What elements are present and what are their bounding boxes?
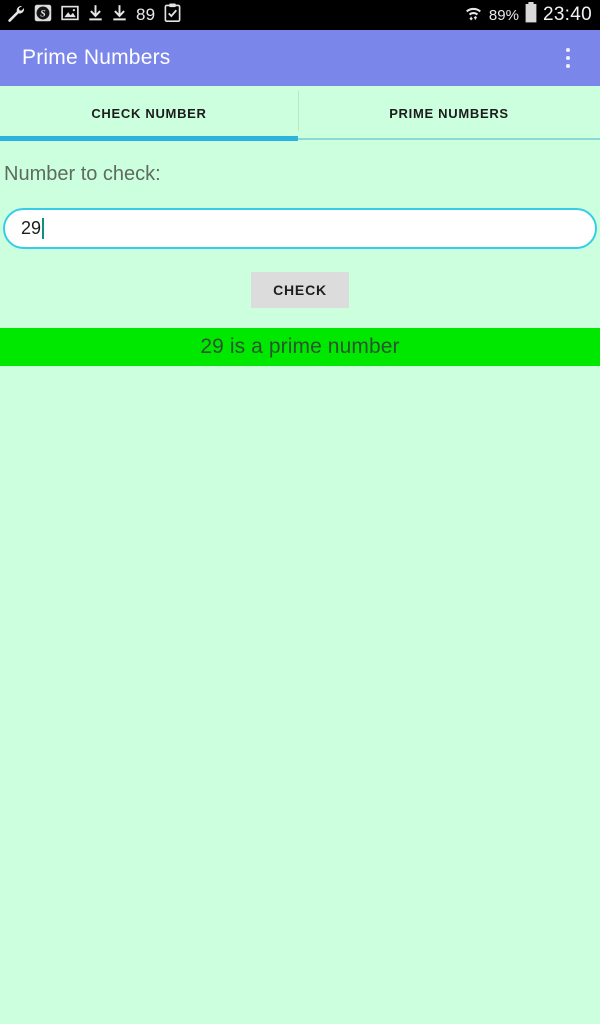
check-number-panel: Number to check: 29 CHECK 29 is a prime … xyxy=(0,141,600,366)
tab-divider xyxy=(298,91,299,131)
svg-text:S: S xyxy=(40,8,46,19)
overflow-dot-2 xyxy=(566,56,570,60)
result-text: 29 is a prime number xyxy=(200,335,400,358)
clipboard-check-icon xyxy=(164,3,181,27)
number-input[interactable]: 29 xyxy=(3,208,597,249)
overflow-dot-1 xyxy=(566,48,570,52)
s-badge-icon: S xyxy=(34,4,52,27)
photo-icon xyxy=(61,4,79,27)
download-icon-1 xyxy=(88,4,103,27)
status-bar-right: 89% 23:40 xyxy=(464,2,592,28)
check-button[interactable]: CHECK xyxy=(251,272,349,308)
download-icon-2 xyxy=(112,4,127,27)
battery-icon xyxy=(525,2,537,28)
tab-prime-numbers[interactable]: PRIME NUMBERS xyxy=(298,86,600,141)
number-input-wrapper: 29 xyxy=(3,208,597,249)
number-input-value: 29 xyxy=(21,218,42,238)
number-field-label: Number to check: xyxy=(4,163,161,185)
result-banner: 29 is a prime number xyxy=(0,328,600,366)
overflow-dot-3 xyxy=(566,64,570,68)
app-bar: Prime Numbers xyxy=(0,30,600,86)
status-bar-left: S 89 xyxy=(6,3,464,27)
tab-check-number-label: CHECK NUMBER xyxy=(91,106,207,121)
tab-bar: CHECK NUMBER PRIME NUMBERS xyxy=(0,86,600,141)
wrench-icon xyxy=(6,3,25,27)
tab-check-number[interactable]: CHECK NUMBER xyxy=(0,86,298,141)
battery-percent: 89% xyxy=(488,6,519,24)
tab-prime-numbers-label: PRIME NUMBERS xyxy=(389,106,509,121)
page-title: Prime Numbers xyxy=(22,46,171,69)
text-caret xyxy=(42,218,45,239)
overflow-menu-icon[interactable] xyxy=(554,36,582,80)
clock: 23:40 xyxy=(542,4,592,25)
status-bar: S 89 89% 23:40 xyxy=(0,0,600,30)
notification-count: 89 xyxy=(136,5,156,24)
wifi-icon xyxy=(464,3,483,27)
tab-baseline xyxy=(298,138,600,140)
check-button-row: CHECK xyxy=(0,272,600,308)
app-root: S 89 89% 23:40 Prime Numbers CHECK NUMBE… xyxy=(0,0,600,1024)
